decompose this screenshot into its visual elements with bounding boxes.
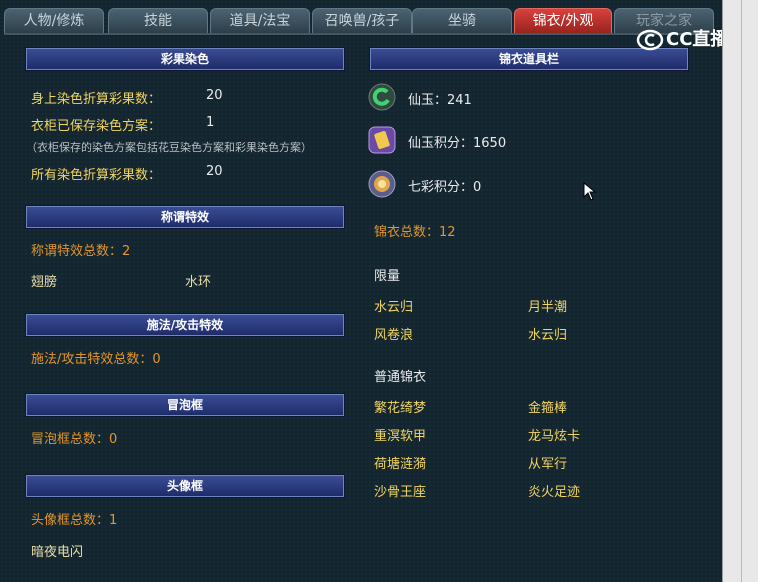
dye-body-label: 身上染色折算彩果数： bbox=[31, 92, 162, 107]
cast-effect-count: 施法/攻击特效总数：0 bbox=[31, 352, 161, 367]
tab-summon[interactable]: 召唤兽/孩子 bbox=[312, 8, 412, 34]
cast-effect-header: 施法/攻击特效 bbox=[26, 314, 344, 336]
limited-item[interactable]: 月半潮 bbox=[528, 296, 567, 315]
jade-points-label: 仙玉积分：1650 bbox=[408, 136, 507, 151]
jade-icon bbox=[368, 83, 396, 111]
watermark-text: CC直播 bbox=[666, 29, 729, 50]
jade-label: 仙玉：241 bbox=[408, 93, 472, 108]
dye-total-value: 20 bbox=[206, 164, 223, 179]
normal-item[interactable]: 荷塘涟漪 bbox=[374, 453, 426, 472]
normal-item[interactable]: 繁花绮梦 bbox=[374, 397, 426, 416]
avatar-frame-item[interactable]: 暗夜电闪 bbox=[31, 541, 83, 560]
right-scroll-strip bbox=[722, 0, 758, 582]
bubble-header: 冒泡框 bbox=[26, 394, 344, 416]
normal-item[interactable]: 炎火足迹 bbox=[528, 481, 580, 500]
tab-outfit[interactable]: 锦衣/外观 bbox=[514, 8, 612, 34]
stream-watermark: CC直播 bbox=[636, 28, 732, 52]
normal-item[interactable]: 龙马炫卡 bbox=[528, 425, 580, 444]
dye-note: （衣柜保存的染色方案包括花豆染色方案和彩果染色方案） bbox=[26, 141, 312, 154]
dye-header: 彩果染色 bbox=[26, 48, 344, 70]
cc-logo-icon bbox=[636, 29, 664, 51]
title-effect-item[interactable]: 翅膀 bbox=[31, 271, 57, 290]
normal-item[interactable]: 沙骨王座 bbox=[374, 481, 426, 500]
title-effect-count: 称谓特效总数：2 bbox=[31, 244, 131, 259]
rainbow-points-label: 七彩积分：0 bbox=[408, 180, 482, 195]
title-effect-header: 称谓特效 bbox=[26, 206, 344, 228]
limited-item[interactable]: 水云归 bbox=[528, 324, 567, 343]
tab-character[interactable]: 人物/修炼 bbox=[4, 8, 104, 34]
bubble-count: 冒泡框总数：0 bbox=[31, 432, 118, 447]
normal-item[interactable]: 金箍棒 bbox=[528, 397, 567, 416]
limited-item[interactable]: 风卷浪 bbox=[374, 324, 413, 343]
tab-bar: 人物/修炼 技能 道具/法宝 召唤兽/孩子 坐骑 锦衣/外观 玩家之家 bbox=[4, 8, 724, 34]
avatar-frame-count: 头像框总数：1 bbox=[31, 513, 118, 528]
outfit-total: 锦衣总数：12 bbox=[374, 225, 456, 240]
dye-saved-value: 1 bbox=[206, 115, 215, 130]
dye-body-value: 20 bbox=[206, 88, 223, 103]
limited-title: 限量 bbox=[374, 269, 401, 284]
normal-title: 普通锦衣 bbox=[374, 370, 427, 385]
normal-item[interactable]: 重溟软甲 bbox=[374, 425, 426, 444]
mouse-cursor-icon bbox=[583, 182, 597, 201]
jade-points-icon bbox=[368, 126, 396, 154]
tab-divider bbox=[4, 33, 720, 35]
tab-items[interactable]: 道具/法宝 bbox=[210, 8, 310, 34]
dye-saved-label: 衣柜已保存染色方案： bbox=[31, 119, 162, 134]
title-effect-item[interactable]: 水环 bbox=[185, 271, 211, 290]
avatar-frame-header: 头像框 bbox=[26, 475, 344, 497]
tab-skills[interactable]: 技能 bbox=[108, 8, 208, 34]
normal-item[interactable]: 从军行 bbox=[528, 453, 567, 472]
tab-mount[interactable]: 坐骑 bbox=[412, 8, 512, 34]
rainbow-points-icon bbox=[368, 170, 396, 198]
dye-total-label: 所有染色折算彩果数： bbox=[31, 168, 162, 183]
limited-item[interactable]: 水云归 bbox=[374, 296, 413, 315]
character-panel: 人物/修炼 技能 道具/法宝 召唤兽/孩子 坐骑 锦衣/外观 玩家之家 彩果染色… bbox=[0, 0, 728, 582]
